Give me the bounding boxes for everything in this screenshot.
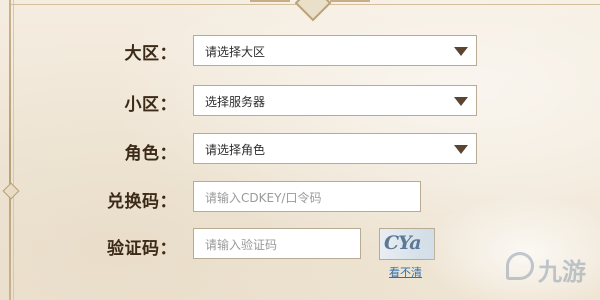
captcha-image-text: CYa: [384, 232, 422, 254]
region-label: 大区：: [124, 44, 177, 64]
server-select[interactable]: 选择服务器: [193, 85, 477, 116]
role-select[interactable]: 请选择角色: [193, 133, 477, 164]
role-label: 角色：: [124, 144, 177, 164]
role-select-value: 请选择角色: [205, 143, 266, 157]
jiuyou-logo-icon: [506, 252, 534, 280]
captcha-input-placeholder: 请输入验证码: [205, 238, 278, 252]
code-input[interactable]: 请输入CDKEY/口令码: [193, 181, 421, 212]
region-select-value: 请选择大区: [205, 45, 266, 59]
triangle-down-icon: [454, 97, 468, 106]
server-select-value: 选择服务器: [205, 95, 266, 109]
code-input-placeholder: 请输入CDKEY/口令码: [205, 191, 322, 205]
frame-border-left-inner: [13, 0, 14, 300]
captcha-label: 验证码：: [107, 239, 177, 259]
frame-border-left: [9, 0, 11, 300]
watermark-text: 九游: [538, 258, 586, 286]
server-label: 小区：: [124, 95, 177, 115]
top-ornament-line-right: [330, 0, 370, 2]
code-label: 兑换码：: [107, 192, 177, 212]
captcha-input[interactable]: 请输入验证码: [193, 228, 361, 259]
triangle-down-icon: [454, 47, 468, 56]
triangle-down-icon: [454, 145, 468, 154]
region-select[interactable]: 请选择大区: [193, 35, 477, 66]
top-ornament-line-left: [250, 0, 290, 2]
